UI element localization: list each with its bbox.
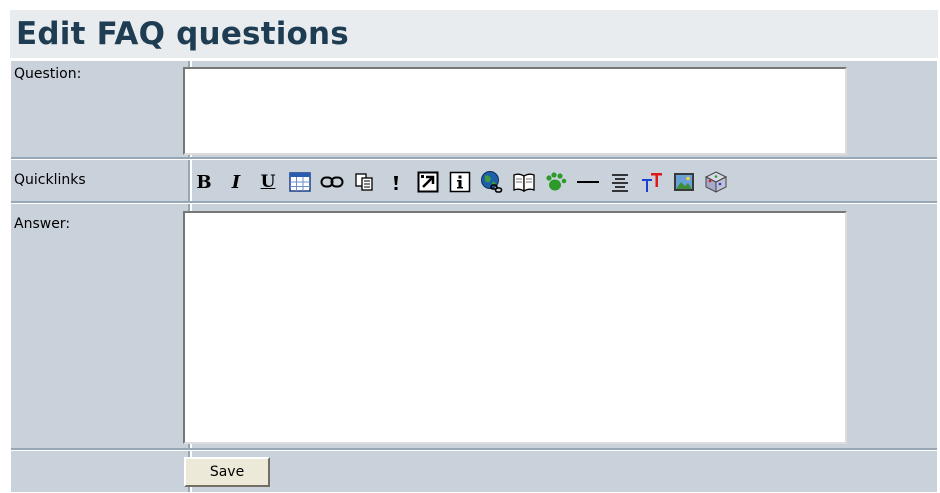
paw-icon xyxy=(546,172,567,191)
horizontal-rule-button[interactable] xyxy=(576,170,600,194)
paw-button[interactable] xyxy=(544,170,568,194)
font-size-icon xyxy=(642,173,662,192)
info-button[interactable] xyxy=(448,170,472,194)
align-center-icon xyxy=(612,174,628,192)
quicklinks-label: Quicklinks xyxy=(14,172,86,188)
exclamation-icon xyxy=(394,176,398,190)
book-button[interactable] xyxy=(512,170,536,194)
external-link-icon xyxy=(417,171,439,193)
page-title: Edit FAQ questions xyxy=(10,10,938,58)
save-button[interactable]: Save xyxy=(184,457,270,487)
bold-button[interactable]: B xyxy=(192,170,216,194)
table-icon xyxy=(289,172,311,192)
copy-icon xyxy=(355,173,373,191)
image-button[interactable] xyxy=(672,170,696,194)
link-icon xyxy=(320,176,344,188)
answer-input[interactable] xyxy=(183,211,847,444)
info-icon xyxy=(449,171,471,193)
answer-label: Answer: xyxy=(14,216,71,232)
question-input[interactable] xyxy=(183,67,847,155)
table-button[interactable] xyxy=(288,170,312,194)
question-label: Question: xyxy=(14,66,82,82)
italic-button[interactable]: I xyxy=(224,170,248,194)
row-divider-highlight xyxy=(11,450,937,451)
globe-link-button[interactable] xyxy=(480,170,504,194)
exclamation-button[interactable] xyxy=(384,170,408,194)
underline-button[interactable]: U xyxy=(256,170,280,194)
copy-button[interactable] xyxy=(352,170,376,194)
image-icon xyxy=(674,173,694,191)
book-icon xyxy=(513,173,535,193)
globe-link-icon xyxy=(481,171,503,193)
row-divider-highlight xyxy=(11,159,937,160)
italic-icon: I xyxy=(231,171,241,193)
align-center-button[interactable] xyxy=(608,170,632,194)
external-link-button[interactable] xyxy=(416,170,440,194)
quicklinks-toolbar: B I U xyxy=(192,164,736,200)
row-divider-highlight xyxy=(11,203,937,204)
font-size-button[interactable] xyxy=(640,170,664,194)
bold-icon: B xyxy=(196,171,212,193)
link-button[interactable] xyxy=(320,170,344,194)
underline-icon: U xyxy=(260,172,276,192)
horizontal-rule-icon xyxy=(577,181,599,183)
cube-icon xyxy=(704,171,728,193)
cube-button[interactable] xyxy=(704,170,728,194)
